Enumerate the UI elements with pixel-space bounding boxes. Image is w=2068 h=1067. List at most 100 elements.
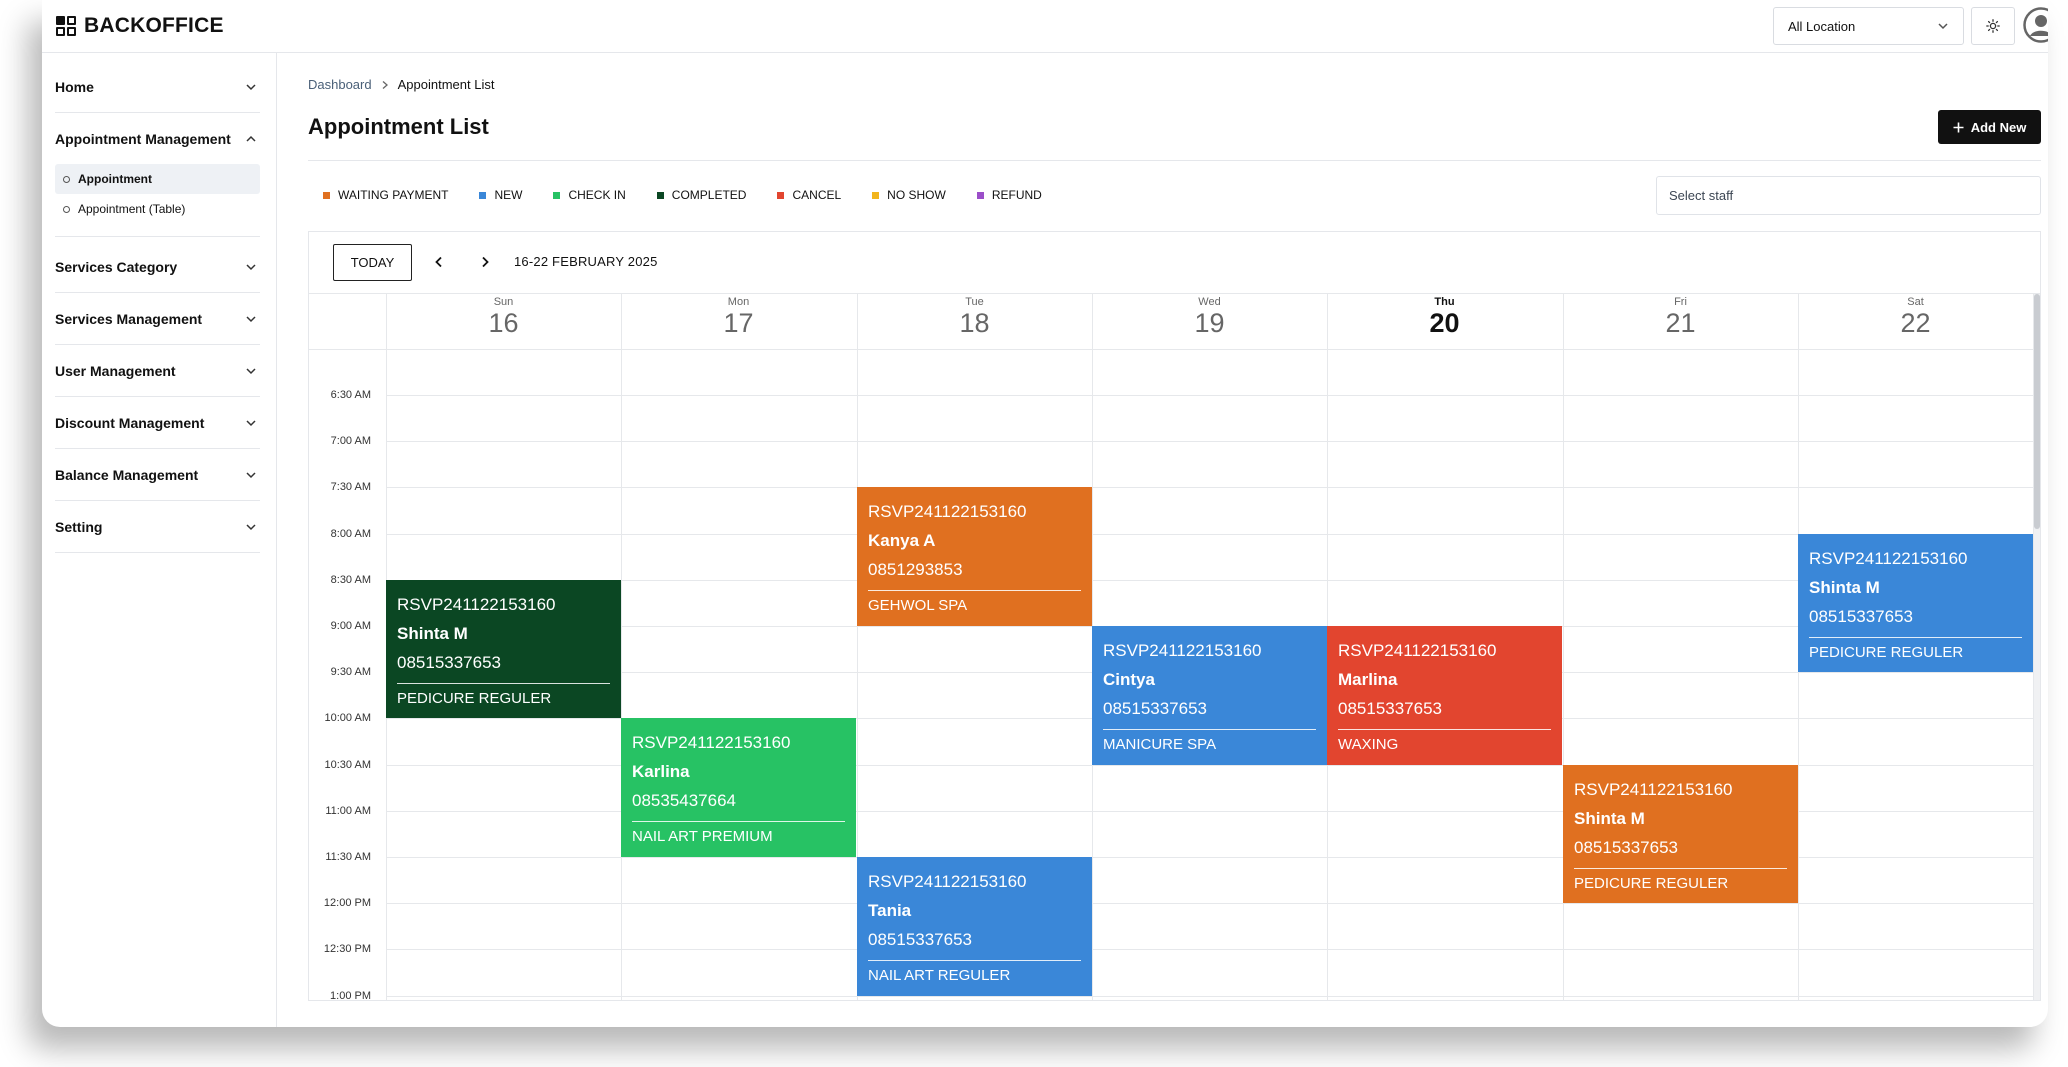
appointment-divider <box>868 960 1081 961</box>
sidebar-item-label: Services Category <box>55 258 178 275</box>
appointment-divider <box>397 683 610 684</box>
sidebar-subitem-appointment[interactable]: Appointment <box>55 164 260 194</box>
sidebar-item-label: User Management <box>55 362 176 379</box>
day-name: Wed <box>1198 296 1221 308</box>
legend-swatch <box>872 191 880 199</box>
next-week-button[interactable] <box>473 250 497 274</box>
circle-icon <box>63 175 70 183</box>
user-avatar[interactable] <box>2023 7 2048 43</box>
sidebar-item-label: Appointment Management <box>55 130 231 147</box>
app-window: BACKOFFICE All Location Home Appointment… <box>42 0 2048 1027</box>
sidebar-item-balance-management[interactable]: Balance Management <box>55 449 260 500</box>
time-label: 9:00 AM <box>330 620 371 632</box>
appointment-card[interactable]: RSVP241122153160 Marlina 08515337653 WAXING <box>1327 626 1562 765</box>
breadcrumb-current: Appointment List <box>397 77 495 92</box>
day-header-tue[interactable]: Tue 18 <box>857 293 1092 349</box>
sidebar-item-home[interactable]: Home <box>55 61 260 112</box>
legend-item-no-show: NO SHOW <box>872 188 946 202</box>
appointment-card[interactable]: RSVP241122153160 Cintya 08515337653 MANICUR… <box>1092 626 1327 765</box>
brand-logo[interactable]: BACKOFFICE <box>56 14 224 37</box>
appointment-divider <box>868 590 1081 591</box>
appointment-card[interactable]: RSVP241122153160 Karlina 08535437664 NAIL A… <box>621 718 856 857</box>
appointment-service: NAIL ART PREMIUM <box>632 828 773 845</box>
sidebar-subitem-appointment-table[interactable]: Appointment (Table) <box>55 194 260 224</box>
appointment-customer-name: Kanya A <box>868 531 936 550</box>
top-bar: BACKOFFICE All Location <box>42 0 2048 53</box>
day-name: Tue <box>965 296 984 308</box>
circle-icon <box>63 205 70 213</box>
staff-select[interactable]: Select staff <box>1656 176 2041 215</box>
today-button[interactable]: TODAY <box>333 244 412 281</box>
calendar-column-line <box>621 293 622 1000</box>
appointment-customer-name: Marlina <box>1338 670 1398 689</box>
sidebar-item-label: Home <box>55 78 94 95</box>
day-header-sat[interactable]: Sat 22 <box>1798 293 2033 349</box>
chevron-down-icon <box>246 83 256 90</box>
add-new-button[interactable]: Add New <box>1938 110 2041 144</box>
sidebar-group-balance-management: Balance Management <box>55 449 260 501</box>
time-label: 9:30 AM <box>330 666 371 678</box>
appointment-phone: 08515337653 <box>397 653 502 672</box>
appointment-card[interactable]: RSVP241122153160 Shinta M 08515337653 PEDIC… <box>386 580 621 718</box>
sidebar-item-services-category[interactable]: Services Category <box>55 241 260 292</box>
brand-name: BACKOFFICE <box>84 14 224 37</box>
appointment-card[interactable]: RSVP241122153160 Kanya A 0851293853 GEHWOL … <box>857 487 1092 626</box>
sidebar-item-label: Setting <box>55 518 103 535</box>
time-slot-line <box>386 580 2040 581</box>
appointment-customer-name: Cintya <box>1103 670 1155 689</box>
appointment-card[interactable]: RSVP241122153160 Shinta M 08515337653 PEDIC… <box>1563 765 1798 903</box>
appointment-service: NAIL ART REGULER <box>868 967 1011 984</box>
chevron-down-icon <box>1938 23 1948 30</box>
appointment-card[interactable]: RSVP241122153160 Shinta M 08515337653 PEDIC… <box>1798 534 2033 672</box>
day-header-thu[interactable]: Thu 20 <box>1327 293 1562 349</box>
time-slot-line <box>386 441 2040 442</box>
appointment-phone: 0851293853 <box>868 560 963 579</box>
legend-swatch <box>323 191 330 199</box>
appointment-code: RSVP241122153160 <box>397 595 556 614</box>
sidebar-item-label: Balance Management <box>55 466 199 483</box>
sidebar-item-appointment-management[interactable]: Appointment Management <box>55 113 260 164</box>
legend-label: NO SHOW <box>887 188 946 202</box>
appointment-divider <box>1103 729 1316 730</box>
sidebar-item-discount-management[interactable]: Discount Management <box>55 397 260 448</box>
location-select[interactable]: All Location <box>1773 7 1964 45</box>
breadcrumb: Dashboard Appointment List <box>308 77 494 92</box>
appointment-service: PEDICURE REGULER <box>1574 875 1729 892</box>
sidebar-group-setting: Setting <box>55 501 260 553</box>
appointment-phone: 08515337653 <box>1103 699 1208 718</box>
appointment-phone: 08515337653 <box>1338 699 1443 718</box>
day-header-wed[interactable]: Wed 19 <box>1092 293 1327 349</box>
breadcrumb-link-dashboard[interactable]: Dashboard <box>308 77 372 92</box>
location-select-value: All Location <box>1788 18 1856 34</box>
day-header-fri[interactable]: Fri 21 <box>1563 293 1798 349</box>
appointment-service: PEDICURE REGULER <box>397 690 552 707</box>
appointment-divider <box>632 821 845 822</box>
legend-label: CANCEL <box>792 188 842 202</box>
calendar-scrollbar[interactable] <box>2034 294 2040 1000</box>
chevron-down-icon <box>246 315 256 322</box>
day-name: Mon <box>727 296 750 308</box>
appointment-card[interactable]: RSVP241122153160 Tania 08515337653 NAIL ART… <box>857 857 1092 996</box>
appointment-customer-name: Shinta M <box>1809 578 1880 597</box>
day-number: 16 <box>488 308 519 338</box>
sidebar-item-services-management[interactable]: Services Management <box>55 293 260 344</box>
sidebar-item-setting[interactable]: Setting <box>55 501 260 552</box>
legend-swatch <box>976 191 984 199</box>
appointment-code: RSVP241122153160 <box>1809 549 1968 568</box>
appointment-customer-name: Shinta M <box>1574 809 1645 828</box>
sidebar-item-user-management[interactable]: User Management <box>55 345 260 396</box>
theme-toggle-button[interactable] <box>1971 7 2015 45</box>
appointment-service: MANICURE SPA <box>1103 736 1217 753</box>
calendar-scrollbar-thumb[interactable] <box>2034 294 2040 529</box>
appointment-code: RSVP241122153160 <box>1574 780 1733 799</box>
day-header-sun[interactable]: Sun 16 <box>386 293 621 349</box>
day-name: Sun <box>493 296 514 308</box>
week-calendar: TODAY 16-22 FEBRUARY 2025 Sun 16 Mon 17 Tue 1… <box>308 231 2041 1001</box>
appointment-phone: 08535437664 <box>632 791 737 810</box>
calendar-header-bottom-line <box>309 349 2040 350</box>
day-header-mon[interactable]: Mon 17 <box>621 293 856 349</box>
previous-week-button[interactable] <box>427 250 451 274</box>
time-label: 8:30 AM <box>330 574 371 586</box>
appointment-phone: 08515337653 <box>1574 838 1679 857</box>
time-label: 11:30 AM <box>325 851 371 863</box>
